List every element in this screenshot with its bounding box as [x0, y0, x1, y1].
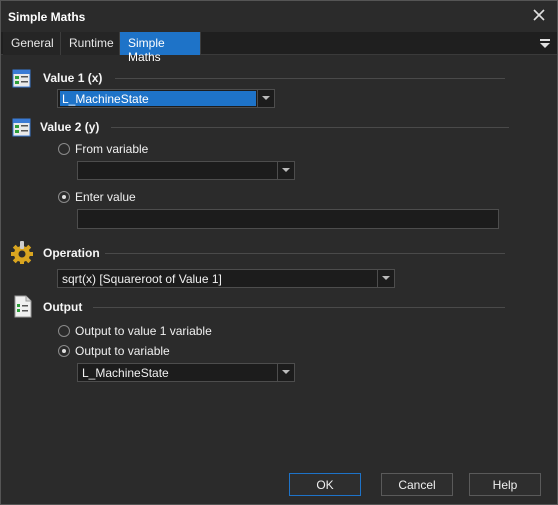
from-variable-radio[interactable]: From variable [58, 141, 148, 157]
operation-selected: sqrt(x) [Squareroot of Value 1] [62, 272, 222, 286]
value1-heading: Value 1 (x) [43, 71, 103, 85]
output-variable-select[interactable]: L_MachineState [77, 363, 295, 382]
output-to-value1-label: Output to value 1 variable [75, 324, 212, 338]
operation-select[interactable]: sqrt(x) [Squareroot of Value 1] [57, 269, 395, 288]
cancel-button[interactable]: Cancel [381, 473, 453, 496]
output-to-variable-label: Output to variable [75, 344, 170, 358]
from-variable-label: From variable [75, 142, 149, 156]
output-to-variable-radio[interactable]: Output to variable [58, 343, 170, 359]
radio-button[interactable] [58, 143, 70, 155]
enter-value-label: Enter value [75, 190, 136, 204]
chevron-down-icon[interactable] [277, 364, 294, 381]
value1-variable-select[interactable]: L_MachineState [57, 89, 275, 108]
help-button[interactable]: Help [469, 473, 541, 496]
variable-icon [12, 118, 32, 138]
variable-icon [12, 69, 32, 89]
close-icon[interactable] [531, 7, 547, 23]
divider [105, 253, 505, 254]
chevron-down-icon[interactable] [377, 270, 394, 287]
radio-button[interactable] [58, 345, 70, 357]
output-variable-selected: L_MachineState [82, 366, 169, 380]
tab-runtime[interactable]: Runtime [61, 32, 120, 55]
enter-value-field[interactable] [77, 209, 499, 229]
tab-general[interactable]: General [3, 32, 61, 55]
value2-variable-select[interactable] [77, 161, 295, 180]
tab-simple-maths[interactable]: Simple Maths [120, 32, 201, 64]
value2-variable-value [80, 163, 84, 178]
value2-heading: Value 2 (y) [40, 120, 100, 134]
operation-heading: Operation [43, 246, 100, 260]
window-title: Simple Maths [8, 10, 86, 24]
gear-icon [10, 240, 34, 265]
enter-value-radio[interactable]: Enter value [58, 189, 136, 205]
radio-button[interactable] [58, 325, 70, 337]
output-heading: Output [43, 300, 83, 314]
simple-maths-dialog: Simple Maths General Runtime Simple Math… [0, 0, 558, 505]
divider [93, 307, 505, 308]
ok-button[interactable]: OK [289, 473, 361, 496]
tab-bar: General Runtime Simple Maths [1, 32, 557, 64]
chevron-down-icon[interactable] [257, 90, 274, 107]
divider [111, 127, 509, 128]
divider [115, 78, 505, 79]
chevron-down-icon[interactable] [277, 162, 294, 179]
document-icon [13, 295, 33, 319]
value1-selected: L_MachineState [60, 91, 256, 106]
title-bar: Simple Maths [1, 1, 557, 32]
output-to-value1-radio[interactable]: Output to value 1 variable [58, 323, 212, 339]
tab-menu-icon[interactable] [539, 37, 551, 49]
radio-button[interactable] [58, 191, 70, 203]
